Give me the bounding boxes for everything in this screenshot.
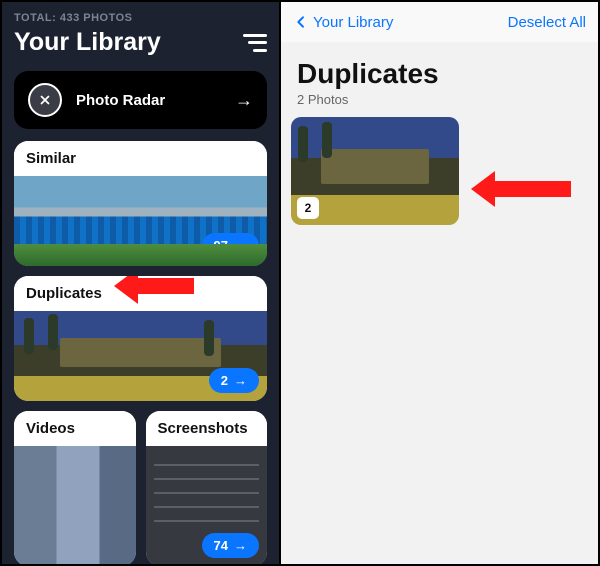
total-photos-label: TOTAL: 433 PHOTOS xyxy=(14,12,267,24)
annotation-arrow-icon xyxy=(471,174,571,204)
photo-radar-label: Photo Radar xyxy=(76,92,221,109)
library-title: Your Library xyxy=(14,28,161,57)
screenshots-count-badge[interactable]: 74 → xyxy=(202,533,259,558)
library-screen: TOTAL: 433 PHOTOS Your Library Photo Rad… xyxy=(0,2,281,564)
duplicates-tile[interactable]: Duplicates 2 → xyxy=(14,276,267,401)
duplicates-count: 2 xyxy=(221,373,228,388)
menu-icon[interactable] xyxy=(243,34,267,52)
duplicates-count-badge[interactable]: 2 → xyxy=(209,368,259,393)
back-label: Your Library xyxy=(313,14,393,31)
duplicates-screen: Your Library Deselect All Duplicates 2 P… xyxy=(281,2,600,564)
duplicates-title: Duplicates xyxy=(14,276,267,311)
similar-count-badge[interactable]: 97 → xyxy=(202,233,259,258)
bottom-tile-row: Videos Screenshots 74 → xyxy=(14,411,267,564)
duplicates-page-title: Duplicates xyxy=(297,58,598,90)
similar-thumbnail: 97 → xyxy=(14,176,267,266)
arrow-right-icon: → xyxy=(234,538,247,553)
duplicates-thumbnail: 2 → xyxy=(14,311,267,401)
videos-title: Videos xyxy=(14,411,136,446)
stack-count-badge: 2 xyxy=(297,197,319,219)
library-header: Your Library xyxy=(14,28,267,57)
screenshots-title: Screenshots xyxy=(146,411,268,446)
deselect-all-button[interactable]: Deselect All xyxy=(508,14,586,31)
screenshots-tile[interactable]: Screenshots 74 → xyxy=(146,411,268,564)
similar-count: 97 xyxy=(214,238,228,253)
arrow-right-icon: → xyxy=(234,238,247,253)
arrow-right-icon: → xyxy=(234,373,247,388)
chevron-left-icon xyxy=(293,14,309,30)
back-button[interactable]: Your Library xyxy=(293,14,393,31)
screenshots-count: 74 xyxy=(214,538,228,553)
close-icon[interactable] xyxy=(28,83,62,117)
duplicate-stack-thumbnail[interactable]: 2 xyxy=(291,117,459,225)
similar-title: Similar xyxy=(14,141,267,176)
nav-bar: Your Library Deselect All xyxy=(281,2,598,42)
duplicates-subtitle: 2 Photos xyxy=(297,92,598,107)
videos-tile[interactable]: Videos xyxy=(14,411,136,564)
videos-thumbnail xyxy=(14,446,136,564)
similar-tile[interactable]: Similar 97 → xyxy=(14,141,267,266)
photo-radar-card[interactable]: Photo Radar → xyxy=(14,71,267,129)
screenshots-thumbnail: 74 → xyxy=(146,446,268,564)
arrow-right-icon: → xyxy=(235,90,253,111)
